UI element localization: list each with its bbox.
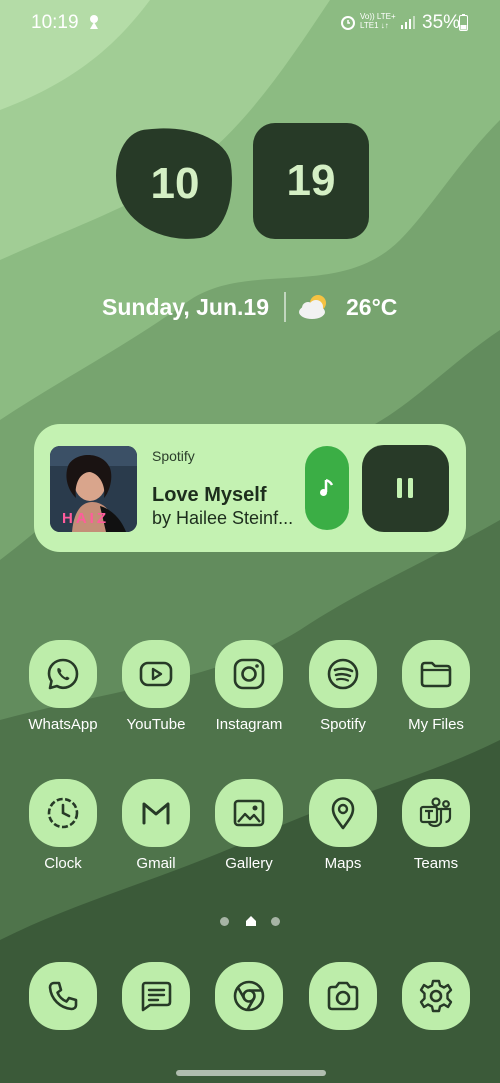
app-icon-bg [309, 962, 377, 1030]
app-spotify[interactable]: Spotify [303, 640, 383, 740]
gmail-icon [142, 802, 170, 825]
signal-icon [401, 16, 415, 29]
app-icon-bg [215, 962, 283, 1030]
gallery-icon [233, 799, 265, 827]
alarm-icon [341, 16, 355, 30]
date-text: Sunday, Jun.19 [102, 294, 270, 320]
app-icon-bg [29, 779, 97, 847]
album-art[interactable]: HAIZ [50, 446, 137, 532]
dock-phone[interactable] [23, 962, 103, 1062]
teams-icon [419, 797, 452, 828]
partly-cloudy-icon [299, 295, 326, 319]
clock-hour[interactable]: 10 [117, 126, 233, 241]
app-icon-bg [122, 640, 190, 708]
camera-icon [327, 981, 359, 1011]
app-icon-bg [29, 962, 97, 1030]
phone-icon [48, 981, 78, 1011]
whatsapp-icon [47, 658, 79, 690]
music-note-icon [320, 478, 334, 496]
app-label: Teams [413, 855, 459, 872]
spotify-icon [327, 658, 359, 690]
notification-icon [90, 15, 98, 29]
app-whatsapp[interactable]: WhatsApp [23, 640, 103, 740]
chrome-icon [233, 980, 265, 1012]
clock-minute[interactable]: 19 [253, 123, 369, 239]
album-title: HAIZ [62, 510, 109, 527]
app-clock[interactable]: Clock [23, 779, 103, 879]
app-youtube[interactable]: YouTube [116, 640, 196, 740]
app-icon-bg [29, 640, 97, 708]
network-line-1: Vo)) LTE+ [360, 12, 396, 21]
app-maps[interactable]: Maps [303, 779, 383, 879]
youtube-icon [139, 661, 173, 687]
app-my-files[interactable]: My Files [396, 640, 476, 740]
app-instagram[interactable]: Instagram [209, 640, 289, 740]
settings-icon [419, 979, 453, 1013]
messages-icon [141, 981, 172, 1012]
dock-messages[interactable] [116, 962, 196, 1062]
status-time: 10:19 [31, 12, 79, 33]
instagram-icon [233, 658, 265, 690]
network-line-2: LTE1 ↓↑ [360, 21, 389, 30]
battery-icon [459, 14, 468, 31]
map-pin-icon [331, 797, 355, 830]
open-app-button[interactable] [305, 446, 349, 530]
clock-icon [47, 797, 79, 829]
app-gallery[interactable]: Gallery [209, 779, 289, 879]
app-gmail[interactable]: Gmail [116, 779, 196, 879]
app-icon-bg [402, 962, 470, 1030]
network-indicator: Vo)) LTE+ LTE1 ↓↑ [360, 12, 398, 30]
page-indicator[interactable] [220, 914, 282, 928]
pause-icon [397, 478, 413, 498]
app-icon-bg [402, 779, 470, 847]
dock-camera[interactable] [303, 962, 383, 1062]
page-dot[interactable] [220, 917, 229, 926]
app-label: My Files [408, 716, 464, 733]
app-icon-bg [309, 779, 377, 847]
status-bar: 10:19 Vo)) LTE+ LTE1 ↓↑ 35% [0, 0, 500, 46]
track-title: Love Myself [152, 484, 267, 506]
app-icon-bg [215, 640, 283, 708]
track-artist: by Hailee Steinf... [152, 508, 294, 528]
app-icon-bg [309, 640, 377, 708]
app-icon-bg [402, 640, 470, 708]
page-dot[interactable] [271, 917, 280, 926]
media-player-widget[interactable]: HAIZ Spotify Love Myself by Hailee Stein… [34, 424, 466, 552]
home-page-icon[interactable] [245, 915, 257, 927]
battery-percent: 35% [422, 12, 461, 33]
app-icon-bg [122, 962, 190, 1030]
date-weather-row[interactable]: Sunday, Jun.19 26°C [0, 290, 500, 326]
pause-button[interactable] [362, 445, 449, 532]
divider [284, 292, 286, 322]
temperature: 26°C [346, 294, 398, 320]
gesture-bar[interactable] [176, 1070, 326, 1076]
dock-chrome[interactable] [209, 962, 289, 1062]
dock-settings[interactable] [396, 962, 476, 1062]
app-icon-bg [215, 779, 283, 847]
app-teams[interactable]: Teams [396, 779, 476, 879]
app-icon-bg [122, 779, 190, 847]
media-app-name: Spotify [152, 448, 195, 464]
folder-icon [420, 661, 452, 688]
